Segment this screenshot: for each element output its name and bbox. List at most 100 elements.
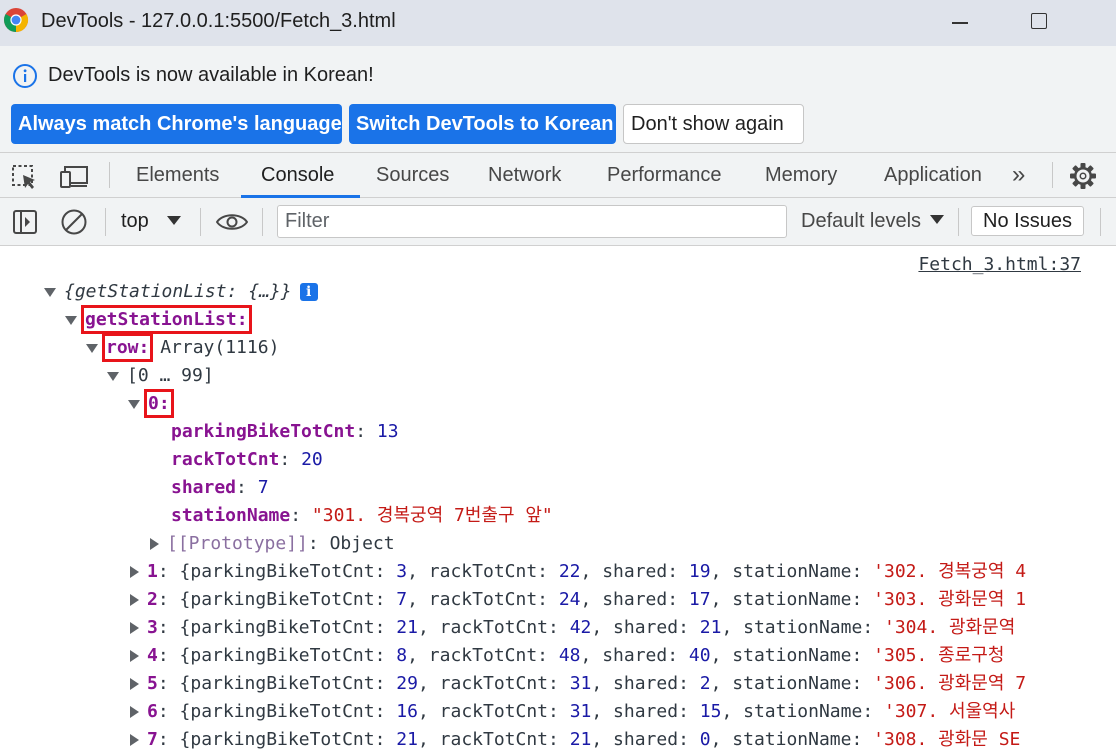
expand-triangle-icon[interactable]	[150, 538, 159, 550]
prop-value: '308. 광화문 SE	[873, 729, 1021, 750]
array-row[interactable]: 3: {parkingBikeTotCnt: 21, rackTotCnt: 4…	[130, 614, 1015, 642]
expand-triangle-icon[interactable]	[128, 399, 140, 409]
clear-console-icon[interactable]	[60, 208, 88, 236]
switch-to-korean-button[interactable]: Switch DevTools to Korean	[349, 104, 616, 144]
array-row[interactable]: 7: {parkingBikeTotCnt: 21, rackTotCnt: 2…	[130, 726, 1020, 752]
prop-key: , rackTotCnt:	[417, 617, 570, 638]
expand-triangle-icon[interactable]	[44, 287, 56, 297]
prop-key: , rackTotCnt:	[407, 561, 559, 582]
expand-triangle-icon[interactable]	[107, 371, 119, 381]
array-row[interactable]: 6: {parkingBikeTotCnt: 16, rackTotCnt: 3…	[130, 698, 1015, 726]
log-levels-dropdown[interactable]: Default levels	[801, 210, 921, 233]
prop-value: 31	[569, 701, 592, 722]
expand-triangle-icon[interactable]	[130, 566, 139, 578]
tab-network[interactable]: Network	[488, 164, 561, 187]
context-dropdown-arrow-icon[interactable]	[167, 216, 181, 225]
punct: : {	[157, 561, 191, 582]
prop-value: '306. 광화문역 7	[873, 673, 1027, 694]
row-key: row	[106, 337, 139, 358]
expand-triangle-icon[interactable]	[130, 650, 139, 662]
expand-triangle-icon[interactable]	[130, 706, 139, 718]
tab-memory[interactable]: Memory	[765, 164, 837, 187]
item-0-line[interactable]: 0:	[128, 389, 174, 418]
property-line: stationName: "301. 경복궁역 7번출구 앞"	[171, 505, 553, 526]
prop-value: '303. 광화문역 1	[873, 589, 1027, 610]
prop-value: 29	[396, 673, 418, 694]
prop-value: 42	[569, 617, 592, 638]
row-index: 3	[147, 617, 158, 638]
toolbar-divider	[105, 208, 106, 236]
prop-value: 21	[396, 617, 418, 638]
context-selector[interactable]: top	[121, 210, 149, 233]
log-root-line[interactable]: {getStationList: {…}} i	[44, 278, 318, 306]
array-row[interactable]: 4: {parkingBikeTotCnt: 8, rackTotCnt: 48…	[130, 642, 1004, 670]
tab-elements[interactable]: Elements	[136, 164, 219, 187]
property-line: rackTotCnt: 20	[171, 449, 323, 470]
prop-value: '305. 종로구청	[873, 645, 1005, 666]
getstationlist-key: getStationList	[85, 309, 237, 330]
expand-triangle-icon[interactable]	[130, 594, 139, 606]
title-bar: DevTools - 127.0.0.1:5500/Fetch_3.html	[0, 0, 1116, 46]
prop-value: 19	[688, 561, 711, 582]
row-line[interactable]: row: Array(1116)	[86, 333, 279, 362]
prop-key: , rackTotCnt:	[417, 701, 570, 722]
info-badge-icon[interactable]: i	[299, 283, 318, 301]
prop-key: parkingBikeTotCnt	[190, 589, 375, 610]
prototype-line[interactable]: [[Prototype]]: Object	[150, 530, 395, 558]
range-label: [0 … 99]	[127, 365, 214, 386]
expand-triangle-icon[interactable]	[65, 315, 77, 325]
getstationlist-line[interactable]: getStationList:	[65, 305, 252, 334]
minimize-button[interactable]	[944, 8, 976, 36]
expand-triangle-icon[interactable]	[86, 343, 98, 353]
prop-key: , rackTotCnt:	[407, 645, 559, 666]
root-key: getStationList	[74, 281, 227, 302]
issues-button[interactable]: No Issues	[971, 206, 1084, 236]
prop-key: , rackTotCnt:	[407, 589, 559, 610]
expand-triangle-icon[interactable]	[130, 622, 139, 634]
prop-value: 16	[396, 701, 418, 722]
expand-triangle-icon[interactable]	[130, 734, 139, 746]
eye-icon[interactable]	[216, 212, 248, 232]
prop-key: , stationName:	[710, 561, 874, 582]
tab-console[interactable]: Console	[261, 164, 334, 187]
gear-icon[interactable]	[1068, 161, 1098, 191]
source-link[interactable]: Fetch_3.html:37	[918, 254, 1081, 275]
punct: :	[374, 561, 397, 582]
punct: :	[374, 617, 397, 638]
prop-key: , shared:	[591, 701, 700, 722]
sidebar-toggle-icon[interactable]	[12, 209, 38, 235]
row-index: 7	[147, 729, 158, 750]
punct: : {	[157, 617, 191, 638]
prop-value: 8	[396, 645, 408, 666]
punct: :	[374, 589, 397, 610]
console-output: Fetch_3.html:37 {getStationList: {…}} i g…	[0, 246, 1116, 752]
maximize-button[interactable]	[1024, 8, 1056, 36]
array-row[interactable]: 2: {parkingBikeTotCnt: 7, rackTotCnt: 24…	[130, 586, 1026, 614]
levels-dropdown-arrow-icon[interactable]	[930, 215, 944, 224]
inspect-element-icon[interactable]	[11, 163, 39, 191]
range-line[interactable]: [0 … 99]	[107, 362, 214, 390]
more-tabs-chevron-icon[interactable]: »	[1012, 161, 1025, 189]
dont-show-again-button[interactable]: Don't show again	[623, 104, 804, 144]
window-title: DevTools - 127.0.0.1:5500/Fetch_3.html	[41, 10, 396, 32]
always-match-language-button[interactable]: Always match Chrome's language	[11, 104, 342, 144]
row-index: 2	[147, 589, 158, 610]
prop-key: , rackTotCnt:	[417, 729, 570, 750]
punct: : {	[157, 645, 191, 666]
tab-sources[interactable]: Sources	[376, 164, 449, 187]
infobar-message: DevTools is now available in Korean!	[48, 64, 374, 86]
prop-key: parkingBikeTotCnt	[190, 729, 375, 750]
array-row[interactable]: 1: {parkingBikeTotCnt: 3, rackTotCnt: 22…	[130, 558, 1026, 586]
prop-key: parkingBikeTotCnt	[190, 673, 375, 694]
expand-triangle-icon[interactable]	[130, 678, 139, 690]
prop-value: 7	[396, 589, 408, 610]
prop-key: parkingBikeTotCnt	[190, 645, 375, 666]
prop-key: , shared:	[591, 617, 700, 638]
tab-performance[interactable]: Performance	[607, 164, 722, 187]
device-toolbar-icon[interactable]	[59, 163, 89, 191]
filter-input[interactable]	[277, 205, 787, 238]
prop-value: '304. 광화문역	[884, 617, 1016, 638]
tab-application[interactable]: Application	[884, 164, 982, 187]
info-icon	[13, 64, 37, 88]
array-row[interactable]: 5: {parkingBikeTotCnt: 29, rackTotCnt: 3…	[130, 670, 1026, 698]
